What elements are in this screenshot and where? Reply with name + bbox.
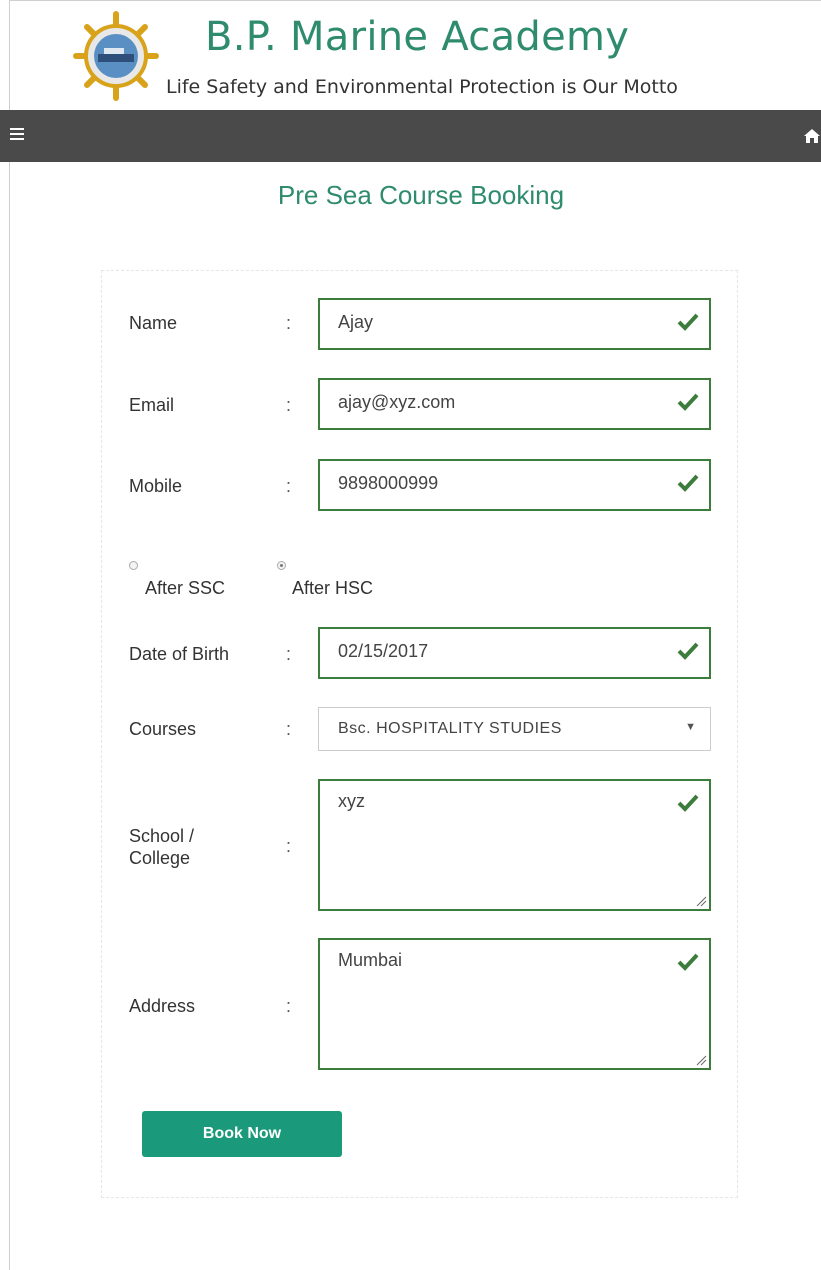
check-icon [677, 313, 699, 331]
name-colon: : [286, 313, 292, 333]
address-colon: : [286, 996, 292, 1016]
after-hsc-label: After HSC [292, 578, 374, 598]
address-label: Address [129, 996, 196, 1016]
email-value: ajay@xyz.com [338, 392, 456, 412]
mobile-field[interactable]: 9898000999 [318, 459, 711, 511]
check-icon [677, 393, 699, 411]
school-label-line1: School / [129, 826, 195, 846]
after-ssc-label: After SSC [145, 578, 226, 598]
dob-field[interactable]: 02/15/2017 [318, 627, 711, 679]
school-colon: : [286, 836, 292, 856]
after-ssc-radio[interactable] [129, 561, 138, 570]
hamburger-menu-icon[interactable] [10, 128, 24, 142]
name-value: Ajay [338, 312, 374, 332]
email-label: Email [129, 395, 175, 415]
dob-value: 02/15/2017 [338, 641, 429, 661]
school-label: School / College [129, 825, 194, 869]
dropdown-caret-icon: ▼ [685, 721, 696, 733]
school-label-line2: College [129, 848, 191, 868]
check-icon [677, 474, 699, 492]
brand-motto: Life Safety and Environmental Protection… [166, 76, 678, 98]
check-icon [677, 642, 699, 660]
dob-colon: : [286, 644, 292, 664]
address-value: Mumbai [338, 950, 403, 970]
name-label: Name [129, 313, 178, 333]
check-icon [677, 953, 699, 971]
brand-title: B.P. Marine Academy [205, 14, 630, 60]
school-textarea[interactable]: xyz [318, 779, 711, 911]
courses-label: Courses [129, 719, 197, 739]
school-value: xyz [338, 791, 365, 811]
page-title: Pre Sea Course Booking [277, 180, 565, 210]
name-field[interactable]: Ajay [318, 298, 711, 350]
check-icon [677, 794, 699, 812]
site-header: B.P. Marine Academy Life Safety and Envi… [0, 0, 821, 110]
after-hsc-radio[interactable] [277, 561, 286, 570]
email-field[interactable]: ajay@xyz.com [318, 378, 711, 430]
academy-logo [73, 11, 159, 101]
resize-handle-icon[interactable] [695, 895, 707, 907]
courses-value: Bsc. HOSPITALITY STUDIES [338, 720, 562, 737]
mobile-label: Mobile [129, 476, 183, 496]
courses-select[interactable]: Bsc. HOSPITALITY STUDIES ▼ [318, 707, 711, 751]
dob-label: Date of Birth [129, 644, 230, 664]
mobile-colon: : [286, 476, 292, 496]
mobile-value: 9898000999 [338, 473, 439, 493]
address-textarea[interactable]: Mumbai [318, 938, 711, 1070]
resize-handle-icon[interactable] [695, 1054, 707, 1066]
courses-colon: : [286, 719, 292, 739]
book-now-button[interactable]: Book Now [142, 1111, 342, 1157]
navbar [0, 110, 821, 162]
home-icon[interactable] [804, 128, 821, 144]
email-colon: : [286, 395, 292, 415]
